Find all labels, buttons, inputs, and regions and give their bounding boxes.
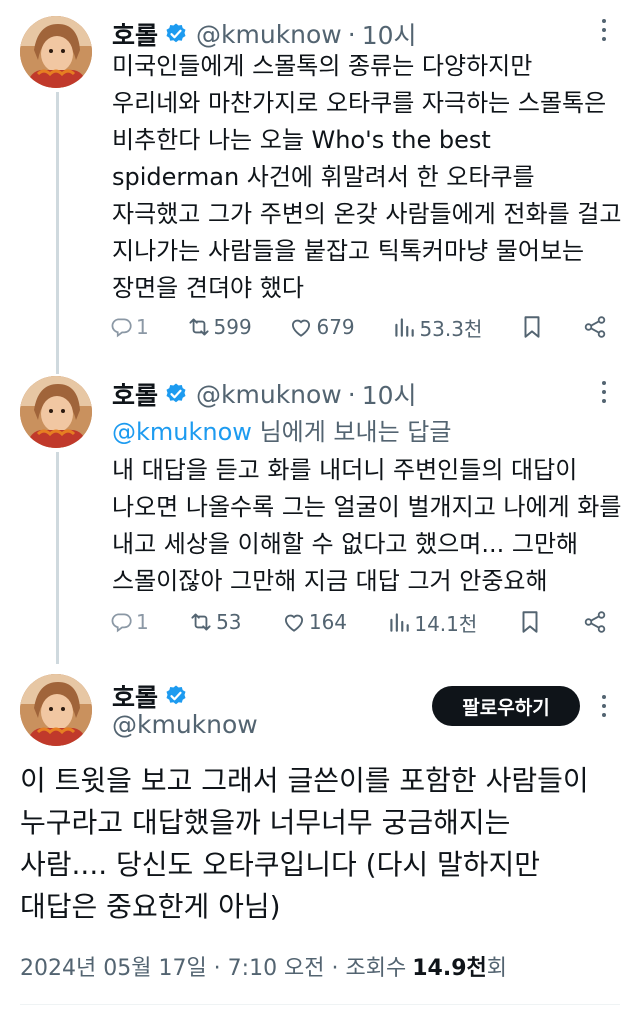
avatar[interactable] <box>20 674 92 746</box>
retweet-icon <box>191 613 211 631</box>
views-icon <box>390 613 410 632</box>
reply-count: 1 <box>136 315 149 339</box>
tweet-actions: 1 599 679 53.3천 <box>108 310 608 344</box>
avatar-image <box>20 674 92 746</box>
more-options-icon[interactable] <box>594 16 614 44</box>
retweet-button[interactable]: 599 <box>186 314 252 340</box>
like-count: 679 <box>316 315 355 339</box>
tweet-text: 미국인들에게 스몰톡의 종류는 다양하지만 우리네와 마찬가지로 오타쿠를 자극… <box>112 52 622 302</box>
main-tweet-handle-row: @kmuknow <box>112 710 258 739</box>
reply-icon <box>111 613 132 633</box>
thread-line <box>56 92 59 374</box>
reply-to-suffix: 님에게 보내는 답글 <box>259 418 452 446</box>
avatar-image <box>20 376 92 448</box>
bookmark-button[interactable] <box>519 314 545 340</box>
views-count: 53.3천 <box>419 316 483 341</box>
tweet-actions: 1 53 164 14.1천 <box>108 605 608 639</box>
reply-to-mention[interactable]: @kmuknow <box>112 418 252 446</box>
avatar[interactable] <box>20 376 92 448</box>
retweet-button[interactable]: 53 <box>188 609 242 635</box>
separator-dot: · <box>347 19 356 49</box>
tweet-time[interactable]: 10시 <box>362 376 417 412</box>
reply-button[interactable]: 1 <box>108 314 149 340</box>
author-name[interactable]: 호롤 <box>112 16 158 52</box>
verified-badge-icon <box>166 383 186 403</box>
bookmark-button[interactable] <box>517 609 543 635</box>
tweet-meta: 2024년 05월 17일 · 7:10 오전 · 조회수 14.9천 회 <box>20 950 507 982</box>
separator-dot: · <box>347 379 356 409</box>
more-options-icon[interactable] <box>594 692 614 720</box>
heart-icon <box>292 319 311 337</box>
views-button[interactable]: 53.3천 <box>391 313 482 342</box>
thread-line <box>56 452 59 664</box>
like-count: 164 <box>308 610 348 634</box>
avatar[interactable] <box>20 16 92 88</box>
like-button[interactable]: 164 <box>281 609 347 635</box>
reply-button[interactable]: 1 <box>108 609 149 635</box>
author-handle[interactable]: @kmuknow <box>196 20 342 49</box>
main-views-suffix: 회 <box>486 956 508 981</box>
like-button[interactable]: 679 <box>288 314 355 340</box>
main-views-count: 14.9천 <box>412 956 487 981</box>
verified-badge-icon <box>166 23 186 43</box>
divider <box>20 1004 620 1005</box>
views-icon <box>395 318 415 337</box>
share-button[interactable] <box>582 314 608 340</box>
author-handle[interactable]: @kmuknow <box>112 710 258 739</box>
tweet-header: 호롤 @kmuknow · 10시 <box>112 376 417 412</box>
heart-icon <box>284 614 303 632</box>
tweet-time[interactable]: 10시 <box>362 16 417 52</box>
views-count: 14.1천 <box>414 611 478 636</box>
share-button[interactable] <box>582 609 608 635</box>
tweet-timestamp[interactable]: 2024년 05월 17일 · 7:10 오전 · 조회수 <box>20 950 406 982</box>
retweet-count: 599 <box>213 315 252 339</box>
reply-count: 1 <box>136 610 149 634</box>
share-icon <box>584 611 606 633</box>
author-name[interactable]: 호롤 <box>112 376 158 412</box>
avatar-image <box>20 16 92 88</box>
author-handle[interactable]: @kmuknow <box>196 380 342 409</box>
retweet-icon <box>188 318 209 336</box>
views-button[interactable]: 14.1천 <box>386 608 477 637</box>
author-name[interactable]: 호롤 <box>112 678 158 714</box>
main-tweet-author: 호롤 <box>112 678 196 714</box>
reply-to-line: @kmuknow 님에게 보내는 답글 <box>112 412 451 447</box>
bookmark-icon <box>522 611 538 633</box>
bookmark-icon <box>524 316 540 338</box>
tweet-header: 호롤 @kmuknow · 10시 <box>112 16 417 52</box>
share-icon <box>584 316 606 338</box>
follow-button[interactable]: 팔로우하기 <box>432 686 580 726</box>
retweet-count: 53 <box>216 610 242 634</box>
reply-icon <box>111 318 132 338</box>
more-options-icon[interactable] <box>594 378 614 406</box>
verified-badge-icon <box>166 685 186 705</box>
tweet-text: 내 대답을 듣고 화를 내더니 주변인들의 대답이 나오면 나올수록 그는 얼굴… <box>112 456 622 595</box>
main-tweet-text: 이 트윗을 보고 그래서 글쓴이를 포함한 사람들이 누구라고 대답했을까 너무… <box>20 764 589 923</box>
